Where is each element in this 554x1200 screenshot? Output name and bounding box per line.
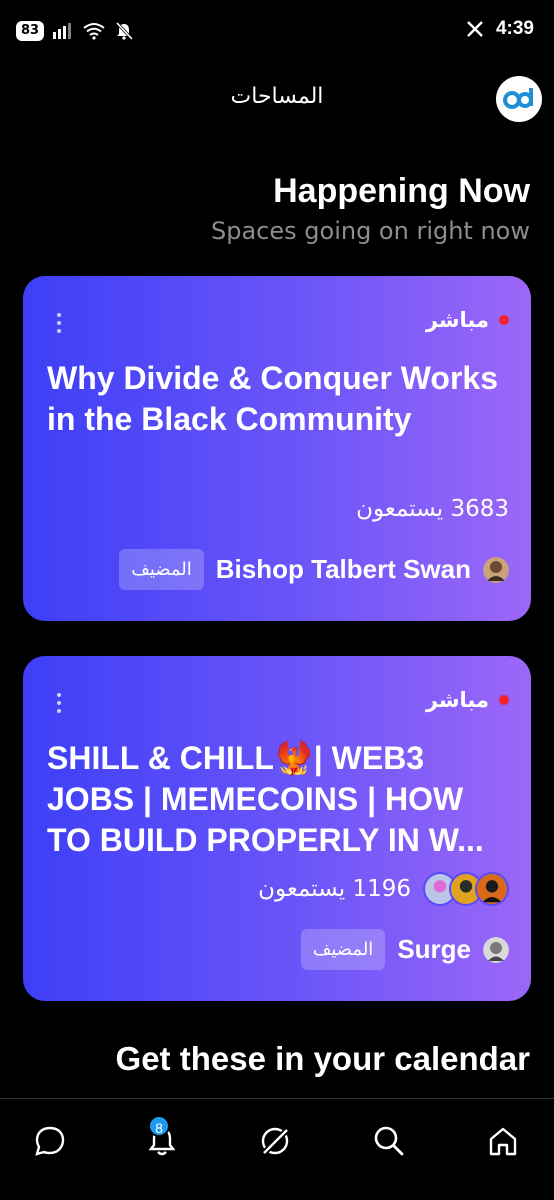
live-indicator: مباشر bbox=[426, 688, 509, 712]
x-logo-icon bbox=[467, 21, 483, 37]
listener-count: 1196 يستمعون bbox=[258, 876, 411, 902]
page-title: المساحات bbox=[230, 84, 324, 109]
section-subtitle: Spaces going on right now bbox=[211, 217, 530, 245]
host-badge: المضيف bbox=[300, 929, 386, 970]
host-avatar bbox=[483, 556, 509, 583]
host-avatar bbox=[483, 936, 509, 963]
host-name: Bishop Talbert Swan bbox=[215, 554, 471, 584]
status-icons-right: 4:39 bbox=[466, 18, 534, 40]
app-header: المساحات bbox=[0, 64, 554, 134]
nav-messages[interactable] bbox=[30, 1121, 70, 1161]
space-card[interactable]: مباشر SHILL & CHILL🐦‍🔥| WEB3 JOBS | MEME… bbox=[23, 656, 531, 1001]
nav-notifications[interactable]: 8 bbox=[142, 1115, 182, 1161]
listener-avatar bbox=[475, 872, 509, 906]
bottom-nav: 8 bbox=[0, 1098, 554, 1200]
mute-icon bbox=[115, 21, 134, 41]
nav-home[interactable] bbox=[483, 1121, 523, 1161]
notification-badge: 8 bbox=[148, 1115, 170, 1137]
live-label: مباشر bbox=[425, 688, 489, 712]
space-card[interactable]: مباشر Why Divide & Conquer Works in the … bbox=[23, 276, 531, 621]
more-options-icon[interactable] bbox=[49, 310, 69, 336]
grok-icon bbox=[260, 1126, 291, 1157]
live-label: مباشر bbox=[425, 308, 489, 332]
search-icon bbox=[374, 1126, 404, 1156]
home-icon bbox=[489, 1127, 517, 1156]
host-row: Bishop Talbert Swan المضيف bbox=[119, 549, 509, 590]
section-title: Happening Now bbox=[273, 172, 530, 210]
signal-icon bbox=[53, 23, 72, 39]
section-heading: Happening Now Spaces going on right now bbox=[211, 170, 530, 246]
clock: 4:39 bbox=[495, 18, 534, 39]
status-bar: 83 4:39 bbox=[0, 0, 554, 64]
live-indicator: مباشر bbox=[426, 308, 509, 332]
space-title: Why Divide & Conquer Works in the Black … bbox=[47, 360, 499, 437]
host-row: Surge المضيف bbox=[300, 929, 509, 970]
more-options-icon[interactable] bbox=[49, 690, 69, 716]
live-dot-icon bbox=[499, 315, 509, 325]
space-title: SHILL & CHILL🐦‍🔥| WEB3 JOBS | MEMECOINS … bbox=[47, 740, 484, 858]
live-dot-icon bbox=[499, 695, 509, 705]
host-badge: المضيف bbox=[119, 549, 204, 590]
nav-search[interactable] bbox=[369, 1121, 409, 1161]
host-name: Surge bbox=[397, 934, 471, 964]
status-icons-left: 83 bbox=[16, 21, 134, 41]
battery-indicator: 83 bbox=[16, 21, 45, 41]
listener-avatars bbox=[423, 872, 509, 906]
wifi-icon bbox=[83, 23, 105, 40]
listeners-row: 1196 يستمعون bbox=[258, 872, 509, 906]
listener-count: 3683 يستمعون bbox=[356, 496, 509, 522]
profile-logo-icon bbox=[503, 88, 533, 109]
nav-grok[interactable] bbox=[255, 1121, 295, 1161]
profile-avatar[interactable] bbox=[496, 76, 542, 122]
chat-bubble-icon bbox=[35, 1126, 65, 1156]
calendar-section-title: Get these in your calendar bbox=[115, 1040, 530, 1077]
listeners-row: 3683 يستمعون bbox=[356, 496, 509, 522]
